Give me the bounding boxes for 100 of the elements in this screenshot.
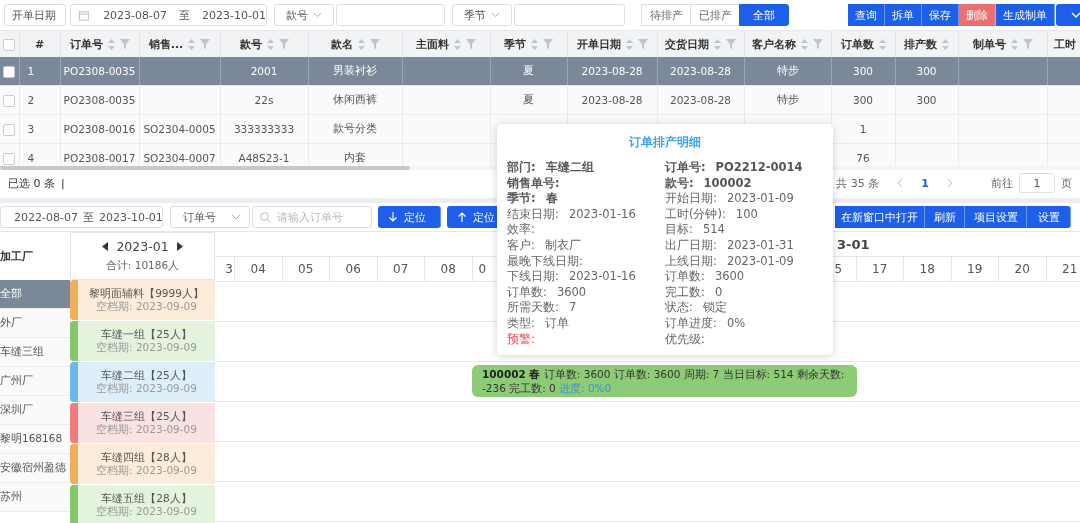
factory-item[interactable]: 安徽宿州盈德 (0, 454, 70, 483)
factory-item[interactable]: 车缝三组 (0, 338, 70, 367)
select-all-checkbox[interactable] (3, 38, 16, 51)
filter-icon[interactable] (278, 39, 289, 49)
table-cell: 休闲西裤 (333, 93, 377, 105)
filter-icon[interactable] (119, 39, 130, 49)
day-cell: 04 (235, 257, 283, 281)
group-name: 车缝三组【25人】 (101, 410, 192, 423)
table-cell: PO2308-0035 (63, 65, 136, 77)
group-card[interactable]: 黎明面辅料【9999人】 空档期: 2023-09-09 (70, 280, 215, 321)
sort-icon[interactable] (107, 38, 115, 50)
table-cell: 2023-08-28 (670, 65, 731, 77)
sort-icon[interactable] (266, 38, 274, 50)
group-card[interactable]: 车缝四组【28人】 空档期: 2023-09-09 (70, 444, 215, 485)
filter-icon[interactable] (813, 39, 823, 49)
month-label: 2023-01 (116, 239, 169, 254)
group-card[interactable]: 车缝二组【25人】 空档期: 2023-09-09 (70, 362, 215, 403)
idle-date: 空档期: 2023-09-09 (96, 505, 197, 518)
next-page-icon[interactable] (947, 178, 953, 188)
group-card[interactable]: 车缝一组【25人】 空档期: 2023-09-09 (70, 321, 215, 362)
sort-icon[interactable] (1010, 38, 1018, 50)
sort-icon[interactable] (714, 38, 721, 50)
filter-icon[interactable] (369, 39, 380, 49)
table-cell: 300 (852, 65, 873, 77)
search-type-select[interactable]: 订单号 (170, 206, 250, 228)
table-cell: 22s (254, 94, 274, 106)
column-header: 主面料 (416, 36, 449, 52)
group-card[interactable]: 车缝五组【28人】 空档期: 2023-09-09 (70, 485, 215, 523)
status-tab[interactable]: 已排产 (690, 4, 740, 26)
filter-icon[interactable] (1022, 39, 1033, 49)
detail-field: 下线日期: 2023-01-16 (507, 269, 665, 285)
style-input[interactable] (336, 4, 445, 26)
page-input[interactable]: 1 (1019, 173, 1055, 193)
page-unit: 页 (1061, 175, 1072, 191)
toolbar-button[interactable]: 生成制单 (996, 4, 1055, 26)
page-number[interactable]: 1 (921, 176, 929, 190)
toolbar-button[interactable]: 设置 (1027, 206, 1071, 228)
filter-icon[interactable] (466, 39, 476, 49)
filter-icon[interactable] (637, 39, 648, 49)
task-bar[interactable]: 100002 春 订单数: 3600 订单数: 3600 周期: 7 当日目标: 514 剩余天数: -236 完工数: 0 进度: 0%0 (472, 365, 857, 397)
sort-icon[interactable] (878, 38, 886, 50)
column-header: 款名 (330, 36, 353, 52)
previous-page-icon[interactable] (897, 178, 904, 188)
style-select[interactable]: 款号 (274, 4, 334, 26)
factory-item[interactable]: 外厂 (0, 309, 70, 338)
day-cell: 18 (904, 257, 952, 281)
sort-icon[interactable] (357, 38, 365, 50)
table-cell: PO2308-0016 (63, 123, 136, 135)
idle-date: 空档期: 2023-09-09 (96, 300, 197, 313)
toolbar-button[interactable]: 项目设置 (965, 206, 1027, 228)
toolbar-button[interactable]: 在新窗口中打开 (835, 206, 925, 228)
detail-field: 销售单号: (507, 175, 665, 192)
season-select[interactable]: 季节 (452, 4, 512, 26)
chevron-icon (491, 12, 500, 18)
column-header: 客户名称 (752, 36, 796, 52)
table-cell: 男装衬衫 (333, 64, 377, 76)
toolbar-button[interactable]: 刷新 (925, 206, 965, 228)
table-cell: 特步 (776, 64, 799, 76)
detail-field: 出厂日期: 2023-01-31 (665, 237, 823, 254)
sort-icon[interactable] (454, 38, 461, 50)
row-checkbox[interactable] (3, 94, 16, 107)
group-card[interactable]: 车缝三组【25人】 空档期: 2023-09-09 (70, 403, 215, 444)
status-tab[interactable]: 待排产 (641, 4, 691, 26)
factory-item[interactable]: 深圳厂 (0, 396, 70, 425)
table-cell: 款号分类 (333, 122, 377, 134)
factory-item[interactable]: 黎明168168 (0, 425, 70, 454)
detail-field: 工时(分钟): 100 (665, 206, 823, 223)
sort-icon[interactable] (801, 38, 808, 50)
idle-date: 空档期: 2023-09-09 (96, 464, 197, 477)
search-field[interactable]: 请输入订单号 (252, 206, 372, 228)
season-input[interactable] (514, 4, 625, 26)
date-type-select[interactable]: 开单日期 (4, 4, 66, 26)
factory-item[interactable]: 苏州 (0, 483, 70, 512)
goto-label: 前往 (991, 175, 1013, 191)
filter-icon[interactable] (200, 39, 211, 49)
detail-field: 客户: 制衣厂 (507, 237, 665, 254)
row-checkbox[interactable] (3, 152, 16, 165)
toolbar-button[interactable]: 拆单 (885, 4, 922, 26)
previous-month-icon[interactable] (102, 242, 109, 251)
filter-icon[interactable] (726, 39, 736, 49)
factory-item[interactable]: 全部 (0, 280, 70, 309)
next-month-icon[interactable] (176, 242, 183, 251)
scrollbar-thumb[interactable] (0, 166, 410, 170)
sort-icon[interactable] (625, 38, 633, 50)
date-range-field[interactable]: 2023-08-07 至 2023-10-01 (70, 4, 267, 26)
toolbar-button[interactable]: 保存 (922, 4, 959, 26)
factory-item[interactable]: 广州厂 (0, 367, 70, 396)
locate-button[interactable]: 定位 (378, 206, 441, 228)
status-tab[interactable]: 全部 (739, 4, 789, 26)
row-checkbox[interactable] (3, 65, 16, 78)
toolbar-button[interactable]: 查询 (848, 4, 885, 26)
sort-icon[interactable] (942, 38, 949, 50)
table-cell: SO2304-0005 (143, 123, 216, 135)
date-range-field[interactable]: 2022-08-07 至 2023-10-01 (0, 206, 163, 228)
filter-icon[interactable] (543, 39, 553, 49)
row-checkbox[interactable] (3, 123, 16, 136)
sort-icon[interactable] (531, 38, 538, 50)
total-count: 共 35 条 (836, 175, 880, 191)
sort-icon[interactable] (188, 38, 196, 50)
day-cell: 17 (856, 257, 904, 281)
